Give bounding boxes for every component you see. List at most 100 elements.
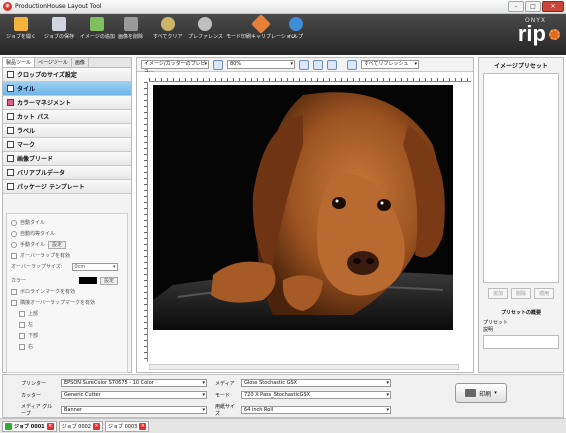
zoom-in-icon[interactable] [299, 59, 309, 70]
overlap-size-spinner[interactable]: 0cm [71, 262, 118, 271]
left-option[interactable]: 左 [11, 319, 123, 330]
crop-icon [7, 71, 14, 78]
chevron-down-icon[interactable]: ▾ [494, 390, 497, 396]
help-button[interactable]: ヘルプ [288, 17, 303, 40]
job-tab-1[interactable]: ジョブ 0001 × [2, 420, 57, 432]
auto-equal-option[interactable]: 自動均等タイル [11, 228, 123, 239]
close-button[interactable]: ✕ [542, 1, 564, 12]
paper-size-select[interactable]: 64 inch Roll [241, 406, 391, 414]
onyx-rip-logo: ONYX rip [517, 17, 560, 46]
refresh-select[interactable]: すべてリフレッシュ [361, 60, 419, 69]
section-label[interactable]: ラベル [3, 124, 131, 138]
section-cutpath-label: カット パス [17, 114, 50, 121]
left-checkbox[interactable] [19, 321, 25, 328]
media-select[interactable]: Gloss Stochastic GSX [241, 379, 391, 387]
tile-line-checkbox[interactable] [11, 288, 17, 295]
overlap-mark-option[interactable]: 隣接オーバーラップマークを有効 [11, 297, 123, 308]
media-group-select[interactable]: Banner [61, 406, 207, 414]
tab-page-tools[interactable]: ページツール [35, 58, 72, 67]
section-variable-data[interactable]: バリアブルデータ [3, 166, 131, 180]
section-tile[interactable]: タイル [3, 82, 131, 96]
clear-all-button[interactable]: すべてクリア [153, 17, 182, 40]
auto-tile-radio[interactable] [11, 219, 17, 226]
open-job-button[interactable]: ジョブを開く [6, 17, 36, 40]
bottom-label: 下部 [28, 333, 39, 339]
add-image-label: イメージの追加 [80, 34, 115, 40]
zoom-select[interactable]: 80% [227, 60, 295, 69]
fit-page-icon[interactable] [313, 59, 323, 70]
apply-preset-button[interactable]: 適用 [534, 288, 555, 299]
section-crop[interactable]: クロップのサイズ設定 [3, 68, 131, 82]
close-icon[interactable]: × [139, 422, 147, 430]
printer-select[interactable]: EPSON SureColor S70675 - 10 Color [61, 379, 207, 387]
calendar-icon[interactable] [347, 59, 357, 70]
zoom-out-icon[interactable] [213, 59, 223, 70]
minimize-button[interactable]: – [508, 1, 524, 12]
close-icon[interactable]: × [93, 422, 100, 430]
maximize-button[interactable]: □ [525, 1, 541, 12]
preferences-button[interactable]: プレファレンス [188, 17, 223, 40]
cutter-select[interactable]: Generic Cutter [61, 391, 207, 399]
add-image-button[interactable]: イメージの追加 [80, 17, 115, 40]
image-preset-title: イメージプリセット [494, 63, 548, 70]
manual-setup-button[interactable]: 設定 [48, 240, 67, 249]
right-option[interactable]: 右 [11, 341, 123, 352]
logo-gear-icon [549, 29, 560, 40]
mode-select[interactable]: 720 X Pass_StochasticGSX [241, 391, 391, 399]
fit-width-icon[interactable] [327, 59, 337, 70]
section-cut-path[interactable]: カット パス [3, 110, 131, 124]
top-checkbox[interactable] [19, 310, 25, 317]
preset-buttons: 追加 削除 適用 [479, 288, 563, 299]
delete-preset-button[interactable]: 削除 [510, 288, 531, 299]
color-setup-button[interactable]: 設定 [100, 276, 119, 285]
dog-photo[interactable] [153, 85, 453, 330]
right-checkbox[interactable] [19, 343, 25, 350]
preset-description-label: 説明 [483, 327, 494, 333]
manual-tile-option[interactable]: 手動タイル 設定 [11, 239, 123, 250]
auto-tile-label: 自動タイル [20, 220, 46, 226]
section-bleed[interactable]: 画像ブリード [3, 152, 131, 166]
bottom-checkbox[interactable] [19, 332, 25, 339]
overlap-enable-option[interactable]: オーバーラップを有効 [11, 250, 123, 261]
auto-equal-radio[interactable] [11, 230, 17, 237]
overlap-mark-checkbox[interactable] [11, 299, 17, 306]
color-icon [7, 99, 14, 106]
overlap-enable-checkbox[interactable] [11, 252, 17, 259]
close-icon[interactable]: × [46, 422, 54, 430]
color-label: カラー [11, 278, 27, 284]
tab-product-tools[interactable]: 製品ツール [3, 58, 36, 67]
section-mark[interactable]: マーク [3, 138, 131, 152]
mark-icon [7, 141, 14, 148]
save-icon [52, 17, 66, 31]
canvas-area: イメージ/カッターのプレビュ... 80% すべてリフレッシュ [136, 57, 474, 373]
horizontal-scrollbar[interactable] [149, 364, 459, 370]
add-preset-button[interactable]: 追加 [487, 288, 508, 299]
print-button[interactable]: 印刷 ▾ [455, 383, 507, 403]
color-swatch[interactable] [79, 277, 98, 284]
preset-list[interactable] [483, 73, 559, 283]
delete-image-button[interactable]: 画像を削除 [118, 17, 143, 40]
tile-icon [7, 85, 14, 92]
media-group-row: メディア グループ Banner [21, 403, 207, 417]
calibration-label: モード印刷キャリブレーション [226, 34, 296, 40]
section-package-template[interactable]: パッケージ テンプレート [3, 180, 131, 194]
bottom-option[interactable]: 下部 [11, 330, 123, 341]
mode-label: モード [215, 392, 231, 399]
top-option[interactable]: 上部 [11, 308, 123, 319]
tab-image[interactable]: 画像 [72, 58, 89, 67]
manual-tile-radio[interactable] [11, 241, 17, 248]
save-job-button[interactable]: ジョブの保存 [44, 17, 74, 40]
print-button-label: 印刷 [479, 390, 492, 398]
calibration-button[interactable]: モード印刷キャリブレーション [226, 14, 296, 40]
color-row: カラー 設定 [11, 275, 123, 286]
view-mode-select[interactable]: イメージ/カッターのプレビュ... [141, 60, 209, 74]
logo-product: rip [517, 21, 546, 46]
tile-line-option[interactable]: ボロラインマークを有効 [11, 286, 123, 297]
section-color-management[interactable]: カラーマネジメント [3, 96, 131, 110]
job-tab-3[interactable]: ジョブ 0003 × [105, 420, 150, 432]
preferences-label: プレファレンス [188, 34, 223, 40]
auto-tile-option[interactable]: 自動タイル [11, 217, 123, 228]
cutter-label: カッター [21, 392, 42, 399]
job-tab-2[interactable]: ジョブ 0002 × [58, 420, 103, 432]
folder-open-icon [14, 17, 28, 31]
